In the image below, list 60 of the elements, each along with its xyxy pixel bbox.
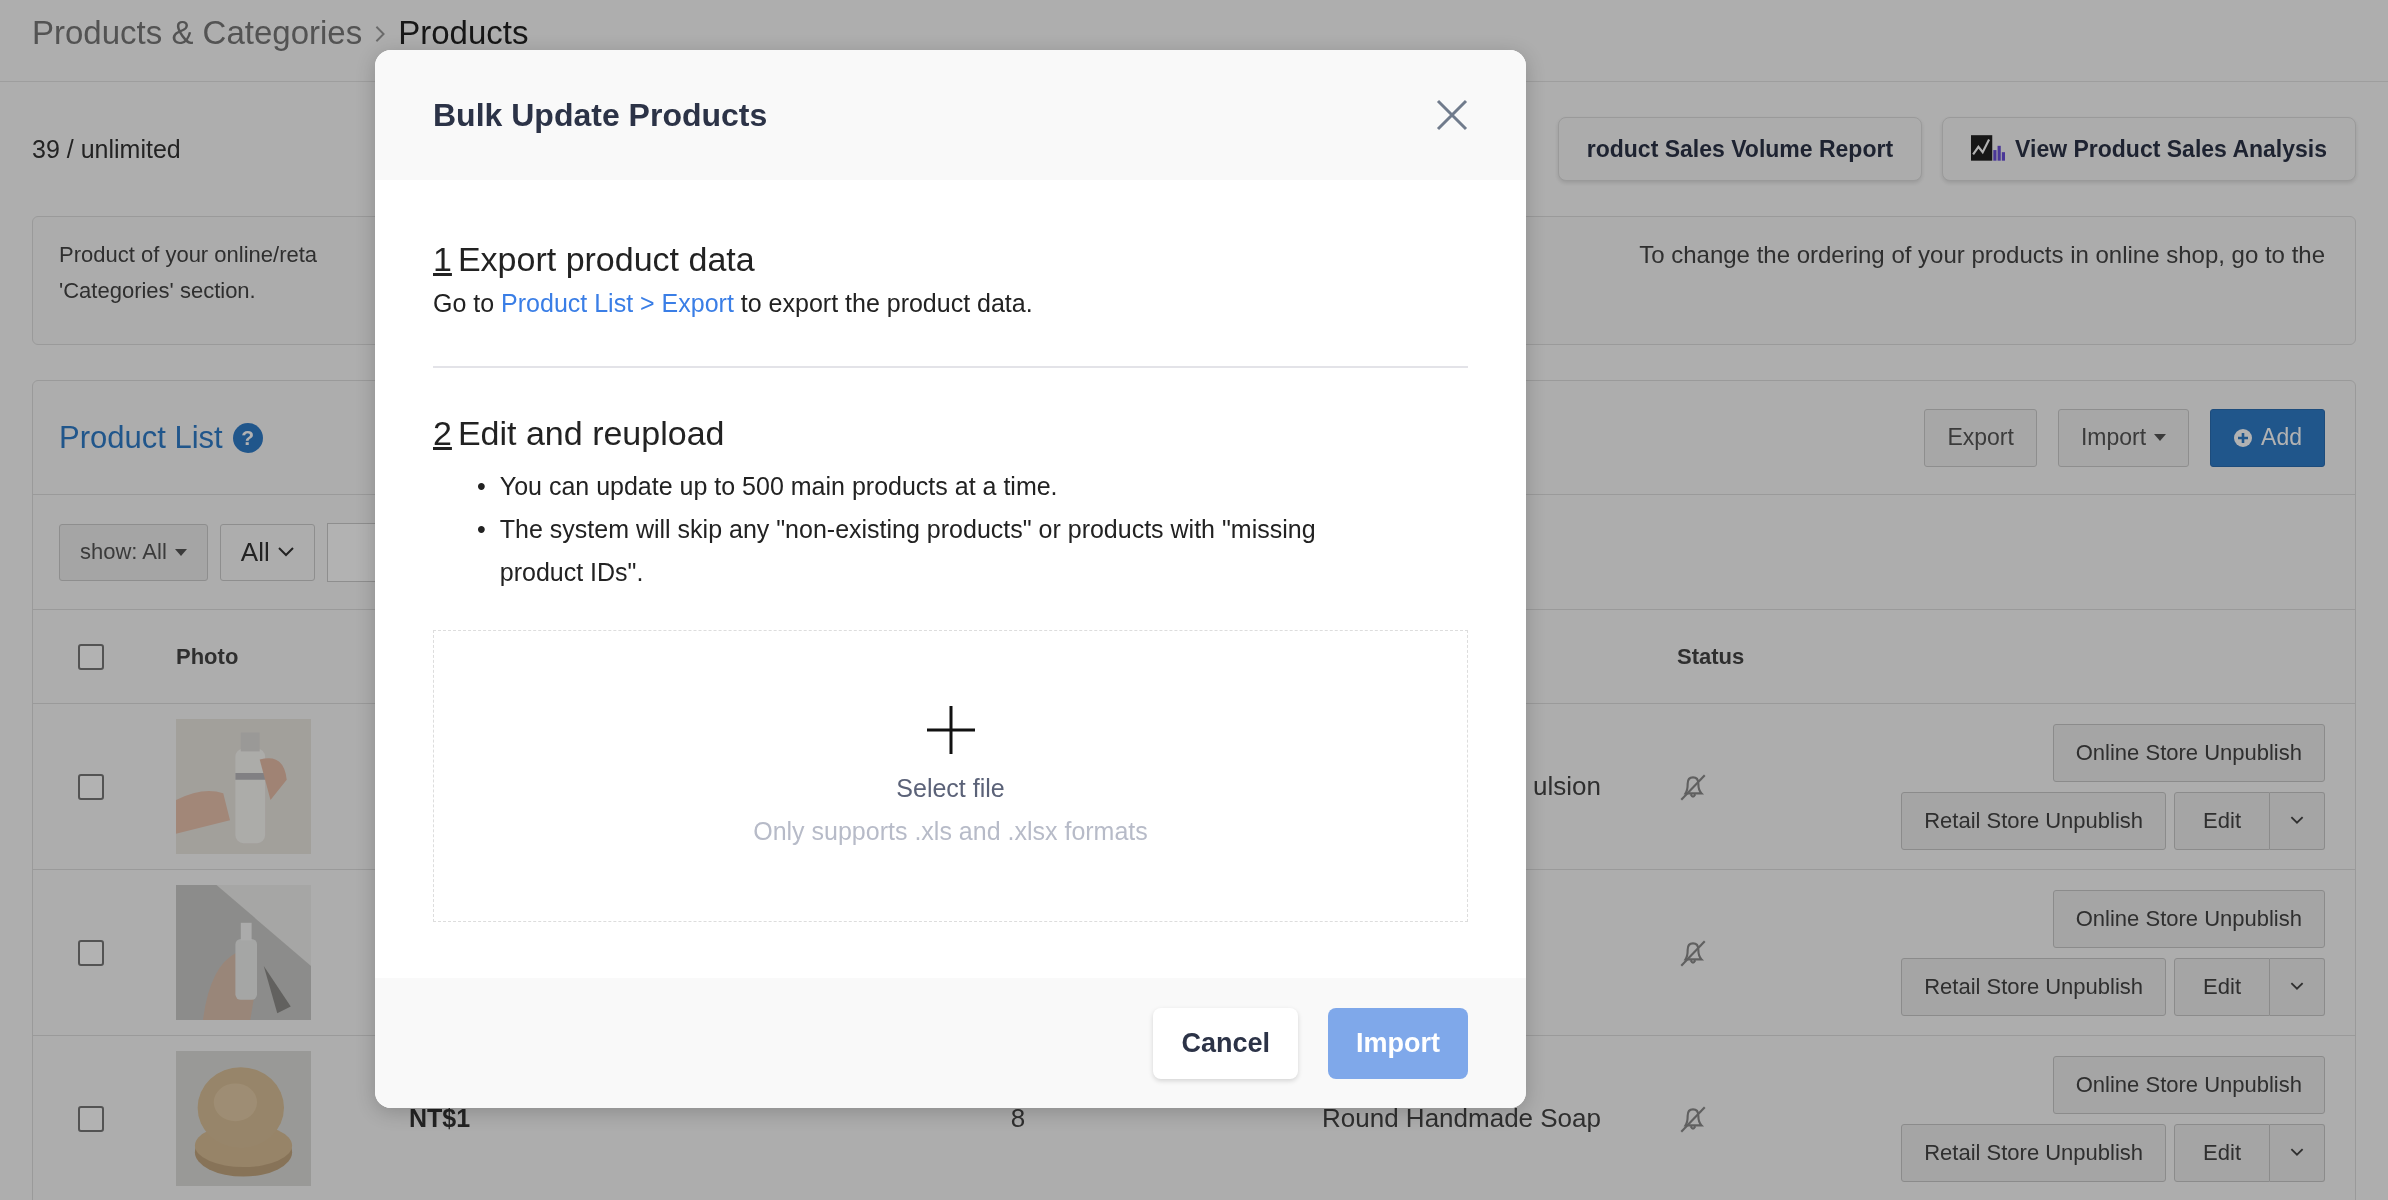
- bullet-text: You can update up to 500 main products at a time.: [499, 471, 1058, 502]
- dialog-title: Bulk Update Products: [433, 96, 768, 134]
- quantity-text: 8: [1010, 1103, 1026, 1134]
- report-button[interactable]: roduct Sales Volume Report: [1557, 117, 1923, 181]
- info-text: 'Categories' section.: [59, 277, 257, 305]
- help-icon[interactable]: ?: [232, 422, 263, 453]
- chevron-down-icon: [2290, 816, 2304, 825]
- retail-unpublish-button[interactable]: Retail Store Unpublish: [1901, 791, 2167, 850]
- report-button[interactable]: View Product Sales Analysis: [1942, 117, 2356, 181]
- dialog-button[interactable]: Cancel: [1153, 1007, 1298, 1079]
- filter-dropdown[interactable]: All: [219, 523, 315, 581]
- caret-icon: [2154, 434, 2167, 441]
- checkbox[interactable]: [78, 773, 104, 800]
- info-text: Product of your online/reta: [59, 241, 318, 269]
- online-unpublish-button[interactable]: Online Store Unpublish: [2052, 889, 2325, 948]
- checkbox[interactable]: [78, 1105, 104, 1132]
- edit-button[interactable]: Edit: [2174, 791, 2270, 850]
- chevron-down-icon: [2290, 982, 2304, 991]
- upload-hint: Only supports .xls and .xlsx formats: [753, 817, 1148, 846]
- toolbar-button[interactable]: Import: [2057, 408, 2190, 467]
- step-title: Edit and reupload: [457, 414, 725, 453]
- price-text: NT$1: [409, 1104, 471, 1133]
- step-number: 1: [433, 240, 452, 279]
- toolbar-button[interactable]: Add: [2210, 408, 2325, 467]
- step-number: 2: [433, 414, 452, 453]
- info-text: To change the ordering of your products in online shop, go to the: [1639, 240, 2325, 270]
- edit-button[interactable]: Edit: [2174, 1123, 2270, 1182]
- breadcrumb-item[interactable]: Products & Categories: [32, 14, 363, 52]
- plus-circle-icon: [2233, 427, 2254, 448]
- column-header: Photo: [176, 643, 239, 670]
- online-unpublish-button[interactable]: Online Store Unpublish: [2052, 723, 2325, 782]
- product-name: Round Handmade Soap: [1322, 1103, 1601, 1134]
- checkbox[interactable]: [78, 643, 104, 670]
- chart-icon: [1971, 135, 2006, 163]
- product-quota: 39 / unlimited: [32, 134, 181, 164]
- upload-dropzone[interactable]: Select file Only supports .xls and .xlsx formats: [433, 630, 1468, 922]
- online-unpublish-button[interactable]: Online Store Unpublish: [2052, 1055, 2325, 1114]
- close-icon[interactable]: [1436, 99, 1468, 131]
- checkbox[interactable]: [78, 939, 104, 966]
- upload-label: Select file: [896, 774, 1005, 803]
- bullet-text: The system will skip any "non-existing products" or products with "missing product IDs".: [499, 514, 1317, 588]
- toolbar-button[interactable]: Export: [1924, 408, 2037, 467]
- retail-unpublish-button[interactable]: Retail Store Unpublish: [1901, 1123, 2167, 1182]
- instruction-text: Go to Product List > Export to export the product data.: [433, 289, 1034, 318]
- chevron-right-icon: [374, 24, 387, 44]
- chevron-down-icon: [2290, 1148, 2304, 1157]
- chevron-down-icon: [277, 547, 294, 557]
- column-header: Status: [1677, 643, 1745, 670]
- bullet-mark: •: [477, 514, 486, 545]
- plus-icon: [926, 706, 975, 754]
- filter-dropdown[interactable]: show: All: [59, 523, 208, 581]
- edit-button[interactable]: Edit: [2174, 957, 2270, 1016]
- caret-icon: [174, 548, 187, 556]
- retail-unpublish-button[interactable]: Retail Store Unpublish: [1901, 957, 2167, 1016]
- step-title: Export product data: [457, 240, 755, 279]
- export-link[interactable]: Product List > Export: [501, 289, 734, 317]
- product-name: ulsion: [1533, 771, 1601, 802]
- panel-title: Product List: [59, 419, 223, 456]
- bullet-mark: •: [477, 471, 486, 502]
- breadcrumb-item: Products: [398, 14, 529, 52]
